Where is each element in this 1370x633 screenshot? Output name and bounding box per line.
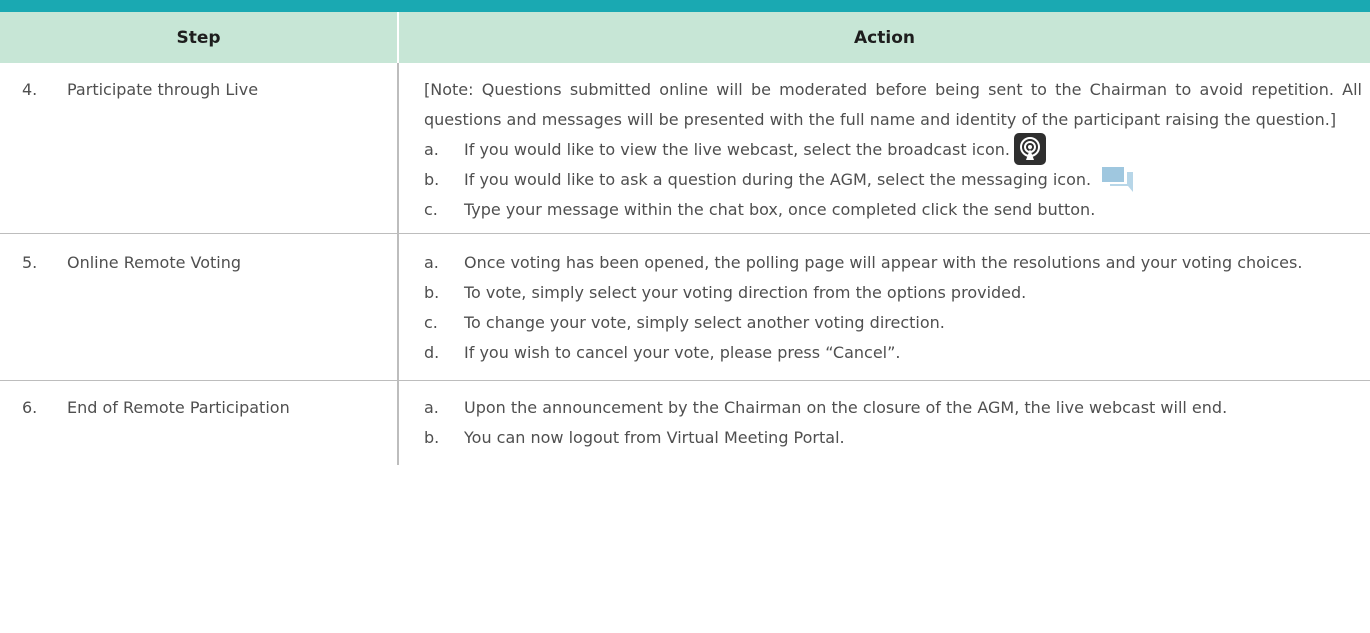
item-text: To change your vote, simply select anoth…: [464, 313, 945, 332]
top-accent-bar: [0, 0, 1370, 12]
item-text: If you would like to ask a question duri…: [464, 170, 1092, 189]
messaging-icon: [1101, 164, 1135, 194]
item-text: Type your message within the chat box, o…: [464, 200, 1096, 219]
list-item: b. To vote, simply select your voting di…: [424, 278, 1362, 308]
step-number: 6.: [22, 398, 38, 417]
item-letter: a.: [424, 253, 439, 272]
table-row: 5. Online Remote Voting a. Once voting h…: [0, 233, 1370, 381]
step-cell: 5. Online Remote Voting: [0, 233, 399, 381]
list-item: a. Upon the announcement by the Chairman…: [424, 393, 1362, 423]
item-letter: a.: [424, 140, 439, 159]
item-letter: c.: [424, 313, 438, 332]
item-letter: b.: [424, 170, 440, 189]
step-cell: 6. End of Remote Participation: [0, 380, 399, 465]
table-row: 4. Participate through Live [Note: Quest…: [0, 63, 1370, 234]
list-item: a. If you would like to view the live we…: [424, 132, 1362, 165]
item-text: Upon the announcement by the Chairman on…: [464, 398, 1228, 417]
steps-table: Step Action 4. Participate through Live …: [0, 12, 1370, 465]
item-text: If you would like to view the live webca…: [464, 140, 1010, 159]
item-text: To vote, simply select your voting direc…: [464, 283, 1027, 302]
item-text: If you wish to cancel your vote, please …: [464, 343, 901, 362]
header-step: Step: [0, 12, 399, 63]
item-letter: b.: [424, 283, 440, 302]
action-cell: a. Once voting has been opened, the poll…: [398, 233, 1370, 381]
step-label: Online Remote Voting: [67, 253, 242, 272]
step-number: 5.: [22, 253, 38, 272]
step-number: 4.: [22, 80, 38, 99]
item-letter: d.: [424, 343, 440, 362]
list-item: c. Type your message within the chat box…: [424, 195, 1362, 225]
item-letter: a.: [424, 398, 439, 417]
list-item: b. You can now logout from Virtual Meeti…: [424, 423, 1362, 453]
step-cell: 4. Participate through Live: [0, 63, 399, 234]
item-letter: c.: [424, 200, 438, 219]
item-text: You can now logout from Virtual Meeting …: [464, 428, 845, 447]
table-row: 6. End of Remote Participation a. Upon t…: [0, 380, 1370, 466]
item-text: Once voting has been opened, the polling…: [464, 253, 1303, 272]
step-label: Participate through Live: [67, 80, 259, 99]
action-cell: a. Upon the announcement by the Chairman…: [398, 381, 1370, 466]
list-item: c. To change your vote, simply select an…: [424, 308, 1362, 338]
step-label: End of Remote Participation: [67, 398, 290, 417]
item-letter: b.: [424, 428, 440, 447]
header-action: Action: [398, 12, 1370, 63]
broadcast-icon: [1013, 132, 1046, 165]
note-text: [Note: Questions submitted online will b…: [424, 80, 1362, 129]
table-header-row: Step Action: [0, 12, 1370, 63]
list-item: a. Once voting has been opened, the poll…: [424, 248, 1362, 278]
document-page: Step Action 4. Participate through Live …: [0, 0, 1370, 633]
list-item: d. If you wish to cancel your vote, plea…: [424, 338, 1362, 368]
list-item: b. If you would like to ask a question d…: [424, 165, 1362, 195]
action-cell: [Note: Questions submitted online will b…: [398, 63, 1370, 234]
